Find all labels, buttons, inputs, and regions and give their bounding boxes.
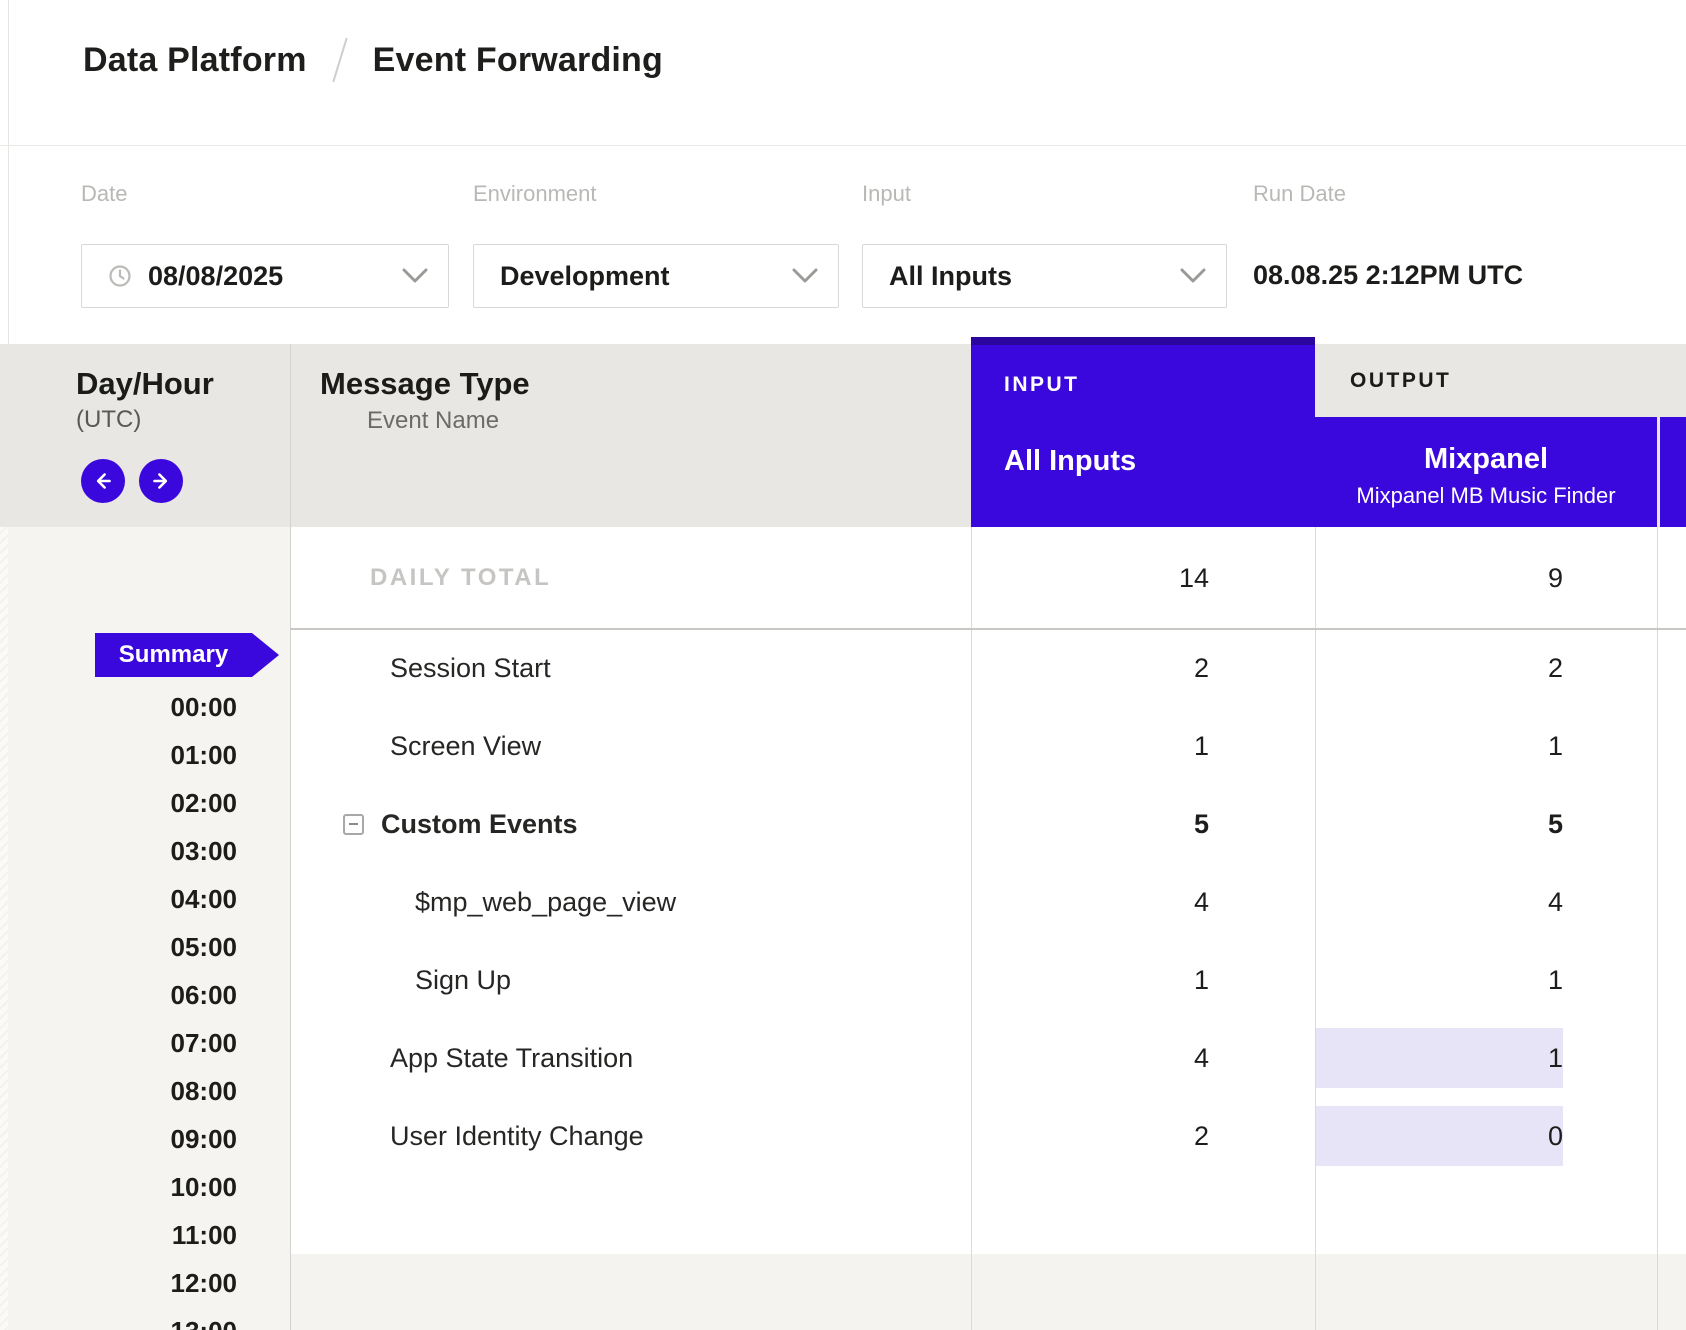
row-input-value: 5 bbox=[972, 785, 1262, 863]
row-input-value: 4 bbox=[972, 1019, 1262, 1097]
hour-label[interactable]: 06:00 bbox=[60, 980, 237, 1011]
row-label: $mp_web_page_view bbox=[415, 863, 676, 941]
header-divider bbox=[0, 145, 1686, 146]
chevron-down-icon bbox=[1180, 268, 1206, 284]
daily-total-output-value: 9 bbox=[1316, 539, 1610, 617]
hour-label[interactable]: 00:00 bbox=[60, 692, 237, 723]
row-label: User Identity Change bbox=[390, 1097, 644, 1175]
output-section-label: OUTPUT bbox=[1350, 369, 1451, 393]
row-output-value: 1 bbox=[1316, 707, 1610, 785]
output-column-header-mixpanel[interactable]: Mixpanel Mixpanel MB Music Finder bbox=[1315, 417, 1657, 527]
input-filter-label: Input bbox=[862, 181, 911, 207]
breadcrumb-separator bbox=[332, 38, 347, 83]
row-output-value: 1 bbox=[1316, 941, 1610, 1019]
highlighted-output-value: 0 bbox=[1316, 1106, 1563, 1166]
hour-label[interactable]: 04:00 bbox=[60, 884, 237, 915]
row-custom-events: Custom Events bbox=[343, 785, 578, 863]
hour-label[interactable]: 05:00 bbox=[60, 932, 237, 963]
input-value: All Inputs bbox=[889, 261, 1012, 292]
hour-label[interactable]: 12:00 bbox=[60, 1268, 237, 1299]
environment-filter-label: Environment bbox=[473, 181, 597, 207]
run-date-label: Run Date bbox=[1253, 181, 1346, 207]
hour-label[interactable]: 02:00 bbox=[60, 788, 237, 819]
run-date-value: 08.08.25 2:12PM UTC bbox=[1253, 260, 1523, 291]
chevron-down-icon bbox=[792, 268, 818, 284]
row-input-value: 2 bbox=[972, 629, 1262, 707]
row-output-cell: 1 bbox=[1316, 1019, 1610, 1097]
hour-label[interactable]: 07:00 bbox=[60, 1028, 237, 1059]
row-input-value: 2 bbox=[972, 1097, 1262, 1175]
collapse-icon[interactable] bbox=[343, 814, 364, 835]
hour-label[interactable]: 09:00 bbox=[60, 1124, 237, 1155]
row-output-value: 4 bbox=[1316, 863, 1610, 941]
chevron-down-icon bbox=[402, 268, 428, 284]
hour-label[interactable]: 10:00 bbox=[60, 1172, 237, 1203]
input-column-name: All Inputs bbox=[1004, 445, 1136, 478]
highlighted-output-value: 1 bbox=[1316, 1028, 1563, 1088]
breadcrumb-item-event-forwarding: Event Forwarding bbox=[373, 41, 663, 80]
row-output-value: 5 bbox=[1316, 785, 1610, 863]
hour-label[interactable]: 13:00 bbox=[60, 1316, 237, 1330]
row-label: Screen View bbox=[390, 707, 541, 785]
output-column-name: Mixpanel bbox=[1315, 443, 1657, 476]
row-label: App State Transition bbox=[390, 1019, 633, 1097]
environment-value: Development bbox=[500, 261, 670, 292]
hour-label[interactable]: 11:00 bbox=[60, 1220, 237, 1251]
output-column-header-next-partial[interactable] bbox=[1660, 417, 1686, 527]
message-type-column-title: Message Type bbox=[320, 366, 530, 402]
row-label: Custom Events bbox=[381, 809, 578, 840]
output-column-subtitle: Mixpanel MB Music Finder bbox=[1315, 483, 1657, 509]
row-input-value: 1 bbox=[972, 941, 1262, 1019]
column-divider bbox=[1657, 527, 1658, 1330]
hour-labels-list: 00:00 01:00 02:00 03:00 04:00 05:00 06:00 07:00… bbox=[60, 0, 237, 1330]
hour-label[interactable]: 03:00 bbox=[60, 836, 237, 867]
event-name-subtitle: Event Name bbox=[367, 407, 499, 435]
environment-dropdown[interactable]: Development bbox=[473, 244, 839, 308]
input-section-label: INPUT bbox=[1004, 373, 1080, 397]
row-label: Session Start bbox=[390, 629, 551, 707]
daily-total-input-value: 14 bbox=[972, 539, 1262, 617]
event-forwarding-page: Data Platform Event Forwarding Date Envi… bbox=[0, 0, 1686, 1330]
input-dropdown[interactable]: All Inputs bbox=[862, 244, 1227, 308]
input-column-header[interactable]: INPUT All Inputs bbox=[971, 337, 1315, 527]
row-label: Sign Up bbox=[415, 941, 511, 1019]
row-output-value: 2 bbox=[1316, 629, 1610, 707]
table-footer-area bbox=[290, 1254, 1686, 1330]
column-divider bbox=[290, 344, 291, 1330]
hour-label[interactable]: 08:00 bbox=[60, 1076, 237, 1107]
row-output-cell: 0 bbox=[1316, 1097, 1610, 1175]
hour-label[interactable]: 01:00 bbox=[60, 740, 237, 771]
row-input-value: 4 bbox=[972, 863, 1262, 941]
daily-total-label: DAILY TOTAL bbox=[370, 527, 551, 628]
row-input-value: 1 bbox=[972, 707, 1262, 785]
